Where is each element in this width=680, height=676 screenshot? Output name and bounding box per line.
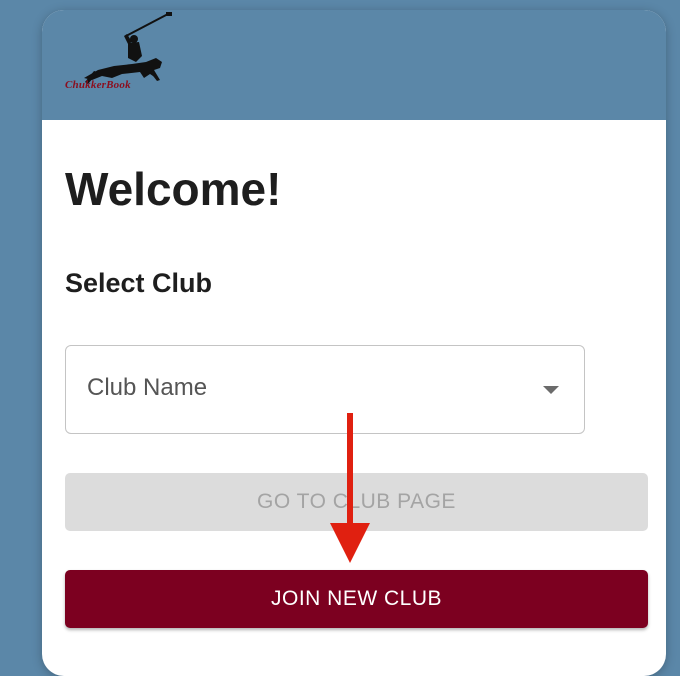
page-title: Welcome! <box>65 163 282 215</box>
select-club-label: Select Club <box>65 268 213 298</box>
logo-text: ChukkerBook <box>65 79 131 91</box>
join-new-club-button[interactable]: JOIN NEW CLUB <box>65 570 648 628</box>
club-name-placeholder: Club Name <box>87 374 208 401</box>
card-header: ChukkerBook <box>42 10 666 120</box>
caret-down-icon <box>543 386 559 394</box>
club-name-select[interactable]: Club Name <box>65 345 585 434</box>
chukkerbook-logo: ChukkerBook <box>62 12 174 96</box>
arrow-down-icon <box>330 413 370 563</box>
welcome-card: ChukkerBook Welcome! Select Club Club Na… <box>42 10 666 676</box>
